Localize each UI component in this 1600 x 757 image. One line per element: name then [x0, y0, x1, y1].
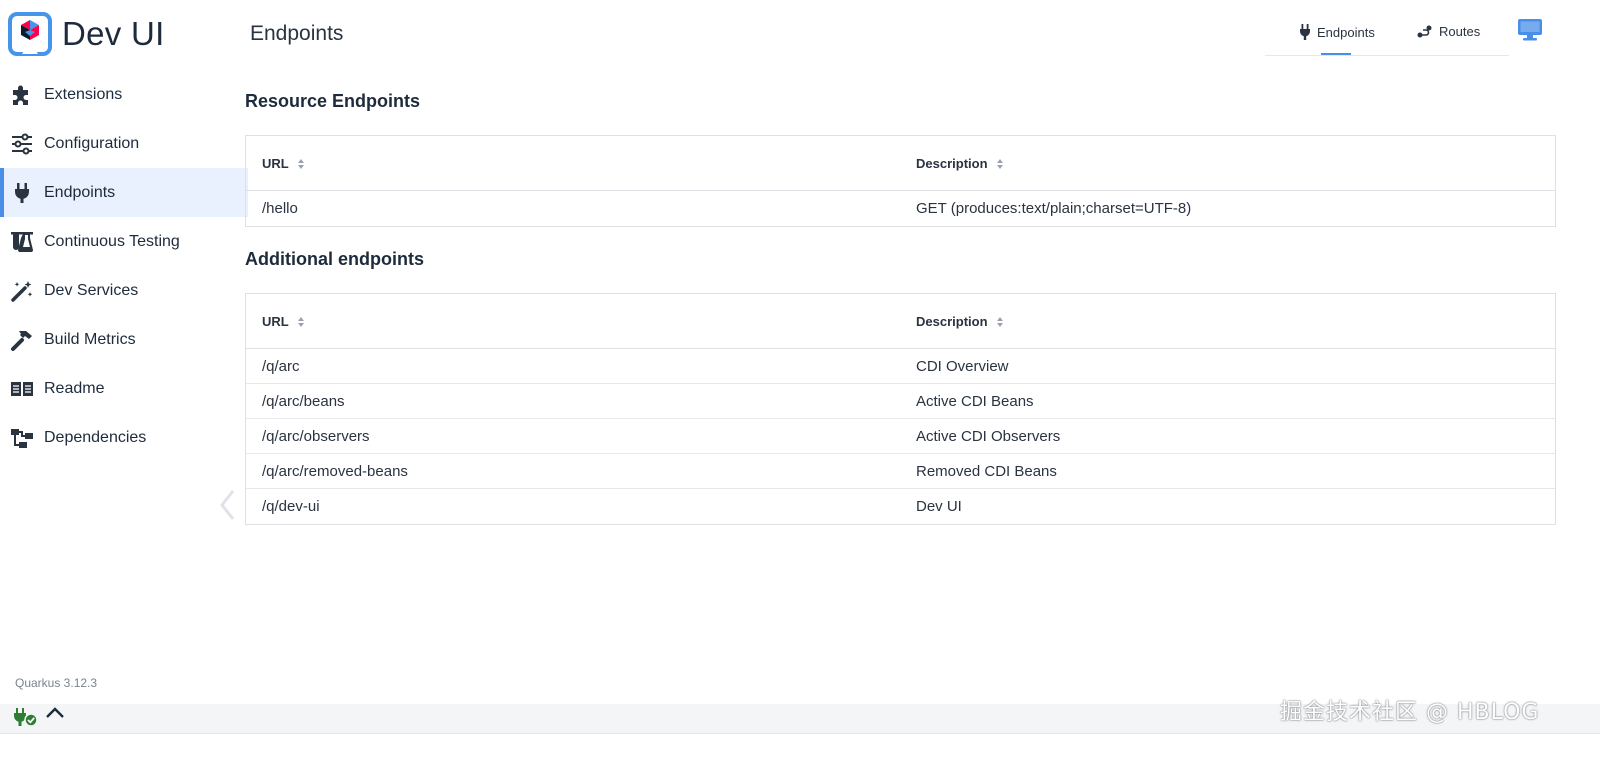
table-header: URL Description	[246, 294, 1555, 349]
plug-icon	[1300, 24, 1310, 40]
table-row[interactable]: /q/arc CDI Overview	[246, 349, 1555, 384]
tab-routes[interactable]: Routes	[1417, 24, 1480, 39]
sidebar-item-label: Build Metrics	[44, 330, 136, 348]
sort-icon	[297, 158, 304, 169]
sidebar-item-label: Dependencies	[44, 428, 147, 446]
sidebar: Dev UI Extensions Configuration Endpoint…	[0, 0, 248, 700]
table-row[interactable]: /hello GET (produces:text/plain;charset=…	[246, 191, 1555, 226]
description-cell: Active CDI Beans	[916, 393, 1034, 410]
sidebar-item-label: Readme	[44, 379, 105, 397]
diagram-icon	[10, 426, 34, 450]
table-row[interactable]: /q/arc/removed-beans Removed CDI Beans	[246, 454, 1555, 489]
description-cell: Removed CDI Beans	[916, 463, 1057, 480]
monitor-icon[interactable]	[1517, 18, 1543, 42]
description-cell: Dev UI	[916, 498, 962, 515]
magic-wand-icon	[10, 279, 34, 303]
page-title: Endpoints	[250, 22, 344, 45]
table-header: URL Description	[246, 136, 1555, 191]
sidebar-item-readme[interactable]: Readme	[0, 364, 248, 413]
sort-icon	[996, 316, 1003, 327]
sidebar-item-endpoints[interactable]: Endpoints	[0, 168, 248, 217]
resource-endpoints-title: Resource Endpoints	[245, 91, 421, 111]
sort-icon	[996, 158, 1003, 169]
additional-endpoints-table: URL Description /q/arc CDI Overview /q/a…	[245, 293, 1556, 525]
tab-label: Routes	[1439, 24, 1481, 39]
resource-endpoints-table: URL Description /hello GET (produces:tex…	[245, 135, 1556, 227]
hammer-icon	[10, 328, 34, 352]
watermark-text: 掘金技术社区 @ HBLOG	[1280, 700, 1540, 725]
sidebar-item-label: Extensions	[44, 85, 123, 103]
additional-endpoints-title: Additional endpoints	[245, 249, 424, 269]
sidebar-item-label: Continuous Testing	[44, 232, 180, 250]
description-cell: CDI Overview	[916, 358, 1009, 375]
collapse-sidebar-chevron-left-icon[interactable]	[218, 488, 238, 522]
quarkus-version: Quarkus 3.12.3	[15, 676, 98, 690]
sliders-icon	[10, 132, 34, 156]
table-row[interactable]: /q/arc/observers Active CDI Observers	[246, 419, 1555, 454]
sidebar-item-continuous-testing[interactable]: Continuous Testing	[0, 217, 248, 266]
route-icon	[1417, 25, 1432, 37]
column-header-description[interactable]: Description	[916, 314, 1004, 329]
table-row[interactable]: /q/dev-ui Dev UI	[246, 489, 1555, 524]
plug-icon	[10, 181, 34, 205]
column-header-url[interactable]: URL	[262, 314, 305, 329]
app-title: Dev UI	[62, 15, 165, 52]
puzzle-icon	[10, 83, 34, 107]
sidebar-item-configuration[interactable]: Configuration	[0, 119, 248, 168]
url-cell[interactable]: /q/dev-ui	[262, 498, 320, 515]
quarkus-logo-icon	[8, 12, 52, 56]
sidebar-item-label: Endpoints	[44, 183, 116, 201]
description-cell: GET (produces:text/plain;charset=UTF-8)	[916, 200, 1192, 217]
flask-icon	[10, 230, 34, 254]
sort-icon	[297, 316, 304, 327]
app-logo[interactable]: Dev UI	[8, 12, 165, 56]
sidebar-item-extensions[interactable]: Extensions	[0, 70, 248, 119]
url-cell[interactable]: /q/arc/observers	[262, 428, 370, 445]
book-icon	[10, 377, 34, 401]
url-cell[interactable]: /q/arc/beans	[262, 393, 345, 410]
sidebar-item-build-metrics[interactable]: Build Metrics	[0, 315, 248, 364]
sidebar-item-label: Dev Services	[44, 281, 139, 299]
sidebar-item-dev-services[interactable]: Dev Services	[0, 266, 248, 315]
column-header-url[interactable]: URL	[262, 156, 305, 171]
view-tabs: Endpoints Routes	[1265, 18, 1509, 56]
tab-endpoints[interactable]: Endpoints	[1299, 24, 1375, 40]
chevron-up-icon[interactable]	[44, 704, 66, 724]
column-header-description[interactable]: Description	[916, 156, 1004, 171]
table-row[interactable]: /q/arc/beans Active CDI Beans	[246, 384, 1555, 419]
active-tab-indicator	[1321, 53, 1351, 55]
url-cell[interactable]: /q/arc/removed-beans	[262, 463, 408, 480]
tab-label: Endpoints	[1317, 24, 1375, 40]
description-cell: Active CDI Observers	[916, 428, 1061, 445]
sidebar-item-label: Configuration	[44, 134, 140, 152]
url-cell[interactable]: /q/arc	[262, 358, 300, 375]
plug-connected-status-icon[interactable]	[12, 706, 38, 728]
url-cell[interactable]: /hello	[262, 200, 298, 217]
sidebar-item-dependencies[interactable]: Dependencies	[0, 413, 248, 462]
sidebar-nav: Extensions Configuration Endpoints Conti…	[0, 70, 248, 462]
